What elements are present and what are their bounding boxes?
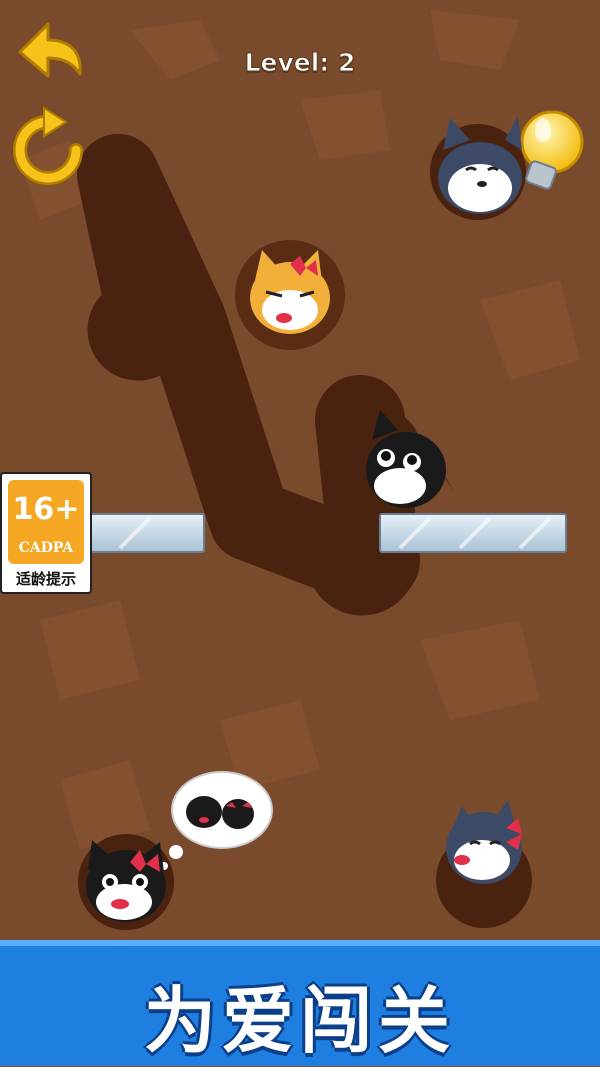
age-rating-box: 16+ CADPA: [8, 480, 84, 564]
glass-platform-left: [83, 513, 205, 553]
age-rating-badge: 16+ CADPA 适龄提示: [0, 472, 92, 594]
age-rating-org: CADPA: [18, 540, 74, 556]
age-rating-tip: 适龄提示: [15, 570, 76, 588]
level-label: Level: 2: [244, 48, 356, 78]
age-rating-number: 16+: [12, 492, 80, 527]
promo-banner: 为爱闯关: [0, 940, 600, 1066]
black-cat-girl-character: [86, 840, 166, 922]
banner-title: 为爱闯关: [143, 979, 456, 1063]
shiba-character: [250, 250, 330, 334]
game-scene[interactable]: [0, 0, 600, 940]
